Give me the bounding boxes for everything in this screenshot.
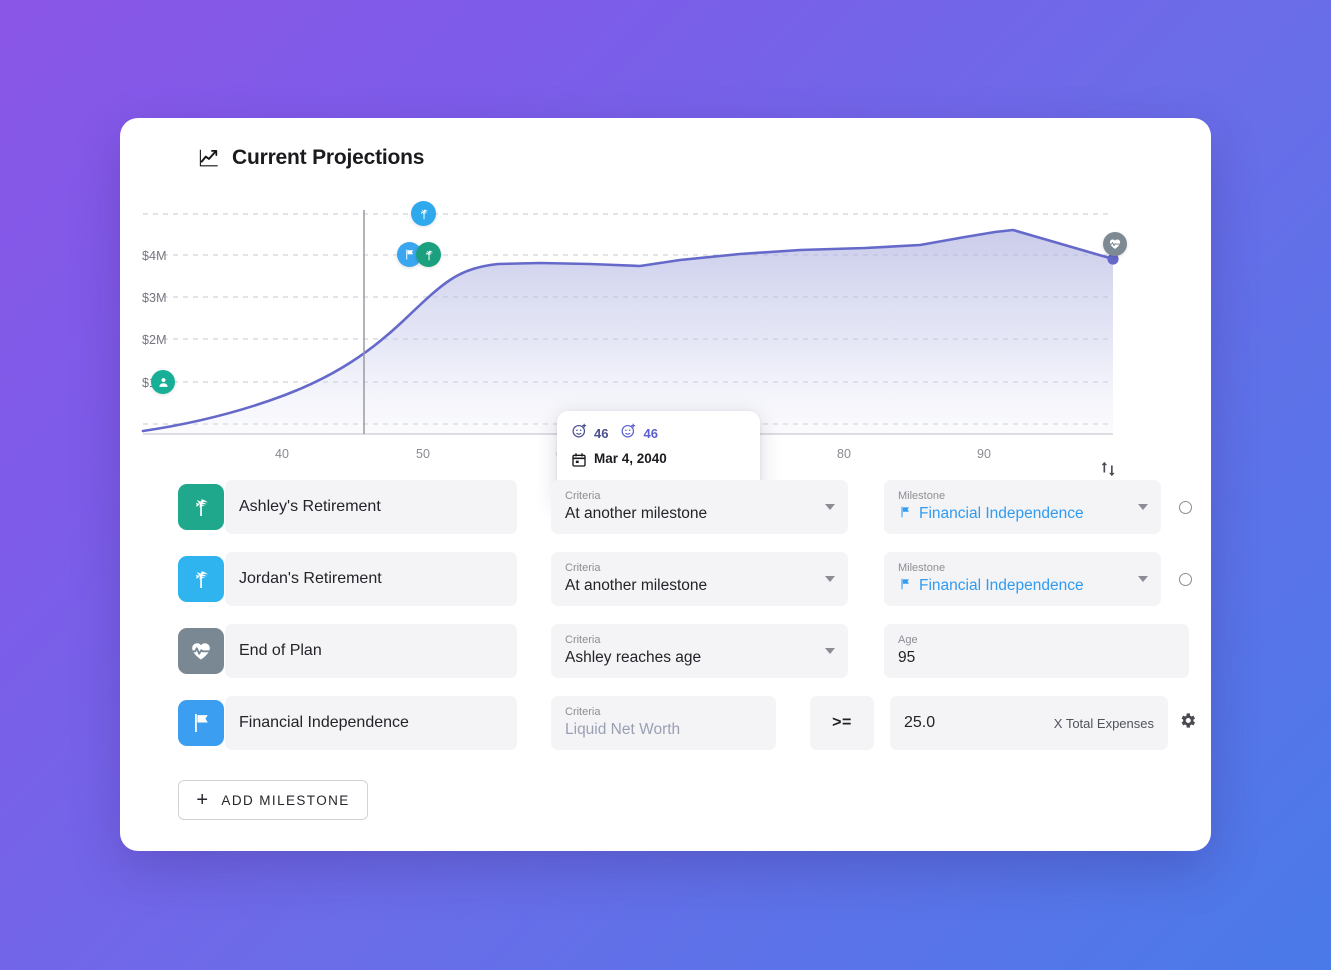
- chevron-down-icon: [825, 648, 835, 654]
- chevron-down-icon: [1138, 576, 1148, 582]
- target-milestone-label: Milestone: [898, 489, 946, 502]
- row-accent-tint: [780, 702, 794, 744]
- card-header: Current Projections: [120, 118, 1211, 170]
- milestone-row[interactable]: Jordan's Retirement Criteria At another …: [178, 552, 1192, 606]
- chevron-down-icon: [825, 504, 835, 510]
- heartbeat-icon: [178, 628, 224, 674]
- milestones-list: Ashley's Retirement Criteria At another …: [178, 480, 1196, 768]
- milestone-radio[interactable]: [1179, 500, 1192, 514]
- page-title: Current Projections: [232, 146, 425, 169]
- sort-milestones-button[interactable]: [1097, 458, 1119, 480]
- row-accent-tint: [852, 486, 866, 528]
- jordan-retirement-marker[interactable]: [411, 201, 436, 226]
- y-tick-4m: $4M: [142, 249, 167, 263]
- tooltip-date: Mar 4, 2040: [594, 451, 667, 466]
- milestone-name: Jordan's Retirement: [239, 570, 382, 588]
- age-value: 95: [898, 649, 916, 667]
- tooltip-age-value: 46: [594, 425, 609, 441]
- criteria-label: Criteria: [565, 706, 601, 719]
- flag-icon: [898, 577, 912, 597]
- y-tick-2m: $2M: [142, 333, 167, 347]
- criteria-value: Ashley reaches age: [565, 649, 702, 667]
- multiplier-value: 25.0: [904, 714, 936, 732]
- tooltip-age-value: 46: [643, 425, 658, 441]
- target-milestone-value: Financial Independence: [898, 505, 1147, 525]
- row-accent-tint: [521, 702, 535, 744]
- x-tick-40: 40: [275, 447, 289, 461]
- criteria-select[interactable]: Criteria Liquid Net Worth: [551, 696, 776, 750]
- milestone-row-financial-independence[interactable]: Financial Independence Criteria Liquid N…: [178, 696, 1196, 750]
- x-tick-80: 80: [837, 447, 851, 461]
- milestone-name-field[interactable]: Jordan's Retirement: [225, 552, 517, 606]
- criteria-label: Criteria: [565, 562, 601, 575]
- y-tick-3m: $3M: [142, 291, 167, 305]
- ashley-retirement-marker[interactable]: [416, 242, 441, 267]
- row-accent-tint: [521, 630, 535, 672]
- age-input[interactable]: Age 95: [884, 624, 1189, 678]
- projections-card: Current Projections $4M $3M $2M 40 50 80…: [120, 118, 1211, 851]
- age-label: Age: [898, 634, 918, 647]
- target-milestone-label: Milestone: [898, 561, 946, 574]
- add-milestone-label: ADD MILESTONE: [221, 792, 350, 808]
- chevron-down-icon: [1138, 504, 1148, 510]
- plus-icon: +: [196, 789, 210, 811]
- milestone-name-field[interactable]: Ashley's Retirement: [225, 480, 517, 534]
- operator-value: >=: [832, 714, 852, 731]
- milestone-row[interactable]: End of Plan Criteria Ashley reaches age …: [178, 624, 1189, 678]
- line-chart-icon: [198, 147, 220, 169]
- end-of-plan-marker[interactable]: [1103, 232, 1127, 256]
- criteria-value: At another milestone: [565, 505, 708, 523]
- palm-tree-icon: [178, 556, 224, 602]
- milestone-radio[interactable]: [1179, 572, 1192, 586]
- calendar-icon: [571, 452, 587, 473]
- milestone-name: End of Plan: [239, 642, 322, 660]
- row-accent-tint: [521, 486, 535, 528]
- milestone-name-field[interactable]: Financial Independence: [225, 696, 517, 750]
- milestone-name: Financial Independence: [239, 714, 409, 732]
- target-milestone-select[interactable]: Milestone Financial Independence: [884, 480, 1161, 534]
- x-tick-50: 50: [416, 447, 430, 461]
- milestone-name: Ashley's Retirement: [239, 498, 381, 516]
- criteria-label: Criteria: [565, 634, 601, 647]
- criteria-select[interactable]: Criteria At another milestone: [551, 552, 848, 606]
- gear-icon[interactable]: [1178, 711, 1197, 735]
- criteria-select[interactable]: Criteria At another milestone: [551, 480, 848, 534]
- row-accent-tint: [852, 630, 866, 672]
- tooltip-age-1: 46: [571, 422, 608, 444]
- criteria-label: Criteria: [565, 490, 601, 503]
- plan-start-marker[interactable]: [151, 370, 175, 394]
- sort-arrows-icon: [1101, 461, 1115, 477]
- milestone-name-field[interactable]: End of Plan: [225, 624, 517, 678]
- age-face-icon: [571, 422, 588, 444]
- row-accent-tint: [852, 558, 866, 600]
- tooltip-age-2: 46: [620, 422, 658, 444]
- target-milestone-text: Financial Independence: [919, 505, 1084, 523]
- add-milestone-button[interactable]: + ADD MILESTONE: [178, 780, 368, 820]
- multiplier-input[interactable]: 25.0 X Total Expenses: [890, 696, 1168, 750]
- row-accent-tint: [521, 558, 535, 600]
- palm-tree-icon: [178, 484, 224, 530]
- target-milestone-text: Financial Independence: [919, 577, 1084, 595]
- flag-icon: [898, 505, 912, 525]
- x-tick-90: 90: [977, 447, 991, 461]
- milestone-row[interactable]: Ashley's Retirement Criteria At another …: [178, 480, 1192, 534]
- chart-area-fill: [143, 230, 1113, 434]
- target-milestone-value: Financial Independence: [898, 577, 1147, 597]
- chevron-down-icon: [825, 576, 835, 582]
- tooltip-ages: 46 46: [571, 422, 746, 444]
- operator-field[interactable]: >=: [810, 696, 874, 750]
- age-face-icon: [620, 422, 637, 444]
- criteria-value: Liquid Net Worth: [565, 721, 681, 739]
- tooltip-date-row: Mar 4, 2040: [571, 451, 746, 473]
- criteria-select[interactable]: Criteria Ashley reaches age: [551, 624, 848, 678]
- flag-icon: [178, 700, 224, 746]
- multiplier-suffix: X Total Expenses: [1053, 715, 1154, 731]
- target-milestone-select[interactable]: Milestone Financial Independence: [884, 552, 1161, 606]
- criteria-value: At another milestone: [565, 577, 708, 595]
